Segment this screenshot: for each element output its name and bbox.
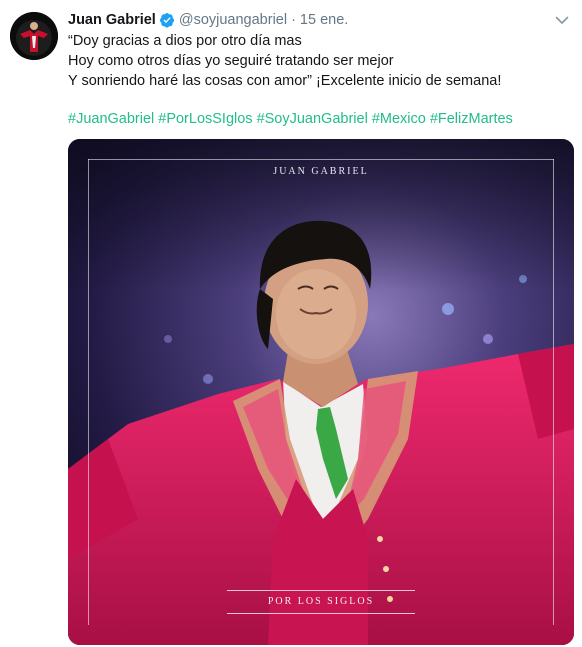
- author-avatar[interactable]: [10, 12, 58, 60]
- tweet-header: Juan Gabriel @soyjuangabriel · 15 ene.: [68, 10, 348, 30]
- avatar-photo-icon: [10, 12, 58, 60]
- separator-dot: ·: [291, 12, 296, 28]
- hashtag-link[interactable]: #PorLosSIglos: [158, 111, 252, 127]
- tweet-timestamp[interactable]: 15 ene.: [300, 12, 348, 28]
- hashtag-list: #JuanGabriel #PorLosSIglos #SoyJuanGabriel…: [68, 109, 517, 129]
- verified-badge-icon: [159, 13, 174, 28]
- cover-frame-line: [88, 159, 89, 625]
- cover-divider: [227, 613, 415, 614]
- tweet-text-line: “Doy gracias a dios por otro día mas: [68, 33, 302, 49]
- cover-frame-line: [88, 159, 554, 160]
- tweet-text-line: Y sonriendo haré las cosas con amor” ¡Ex…: [68, 73, 502, 89]
- hashtag-link[interactable]: #SoyJuanGabriel: [257, 111, 368, 127]
- album-cover-illustration: [68, 139, 574, 645]
- hashtag-link[interactable]: #Mexico: [372, 111, 426, 127]
- tweet-media-image[interactable]: JUAN GABRIEL POR LOS SIGLOS: [68, 139, 574, 645]
- author-handle[interactable]: @soyjuangabriel: [179, 12, 287, 28]
- tweet-text-line: Hoy como otros días yo seguiré tratando …: [68, 53, 394, 69]
- cover-frame-line: [553, 159, 554, 625]
- hashtag-link[interactable]: #JuanGabriel: [68, 111, 154, 127]
- author-name[interactable]: Juan Gabriel: [68, 12, 156, 28]
- cover-title: JUAN GABRIEL: [273, 166, 369, 177]
- cover-subtitle: POR LOS SIGLOS: [267, 596, 375, 607]
- chevron-down-icon[interactable]: [554, 12, 570, 28]
- tweet-text: “Doy gracias a dios por otro día mas Hoy…: [68, 31, 501, 91]
- cover-divider: [227, 590, 415, 591]
- hashtag-link[interactable]: #FelizMartes: [430, 111, 513, 127]
- tweet-card[interactable]: Juan Gabriel @soyjuangabriel · 15 ene. “…: [0, 0, 582, 647]
